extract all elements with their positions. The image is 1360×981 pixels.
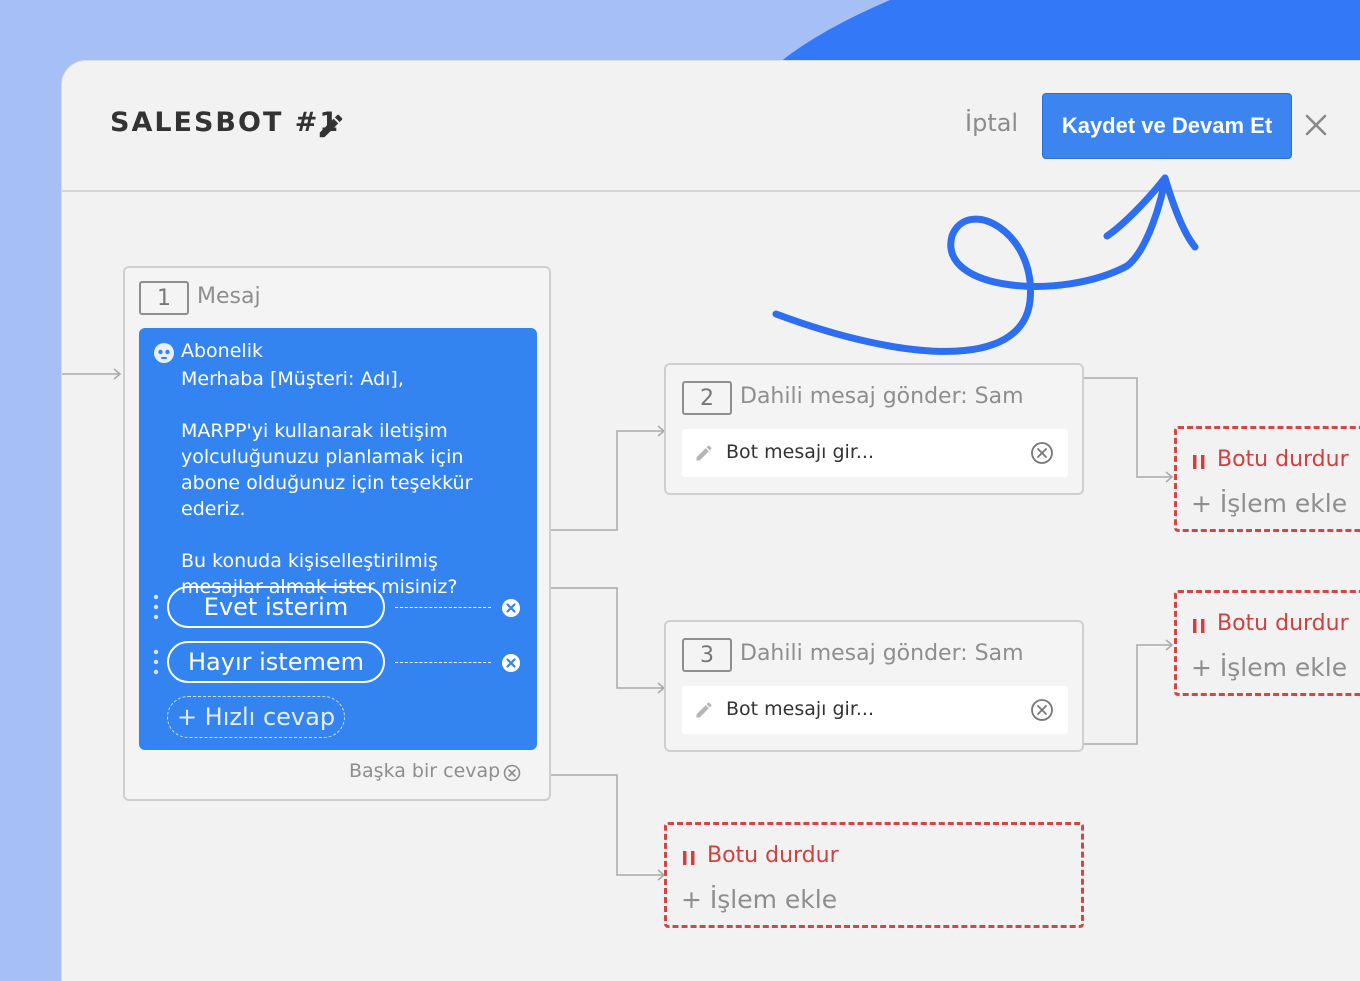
pencil-icon [696,445,712,461]
clear-icon[interactable] [1030,441,1054,465]
pause-icon [1193,455,1205,469]
drag-handle-icon[interactable] [153,649,159,675]
quick-reply-row: Hayır istemem [153,641,525,685]
bot-message-placeholder: Bot mesajı gir... [726,441,875,463]
stop-bot-label: Botu durdur [1217,611,1349,636]
robot-icon [154,343,174,363]
step-number: 3 [682,638,732,672]
clear-icon[interactable] [1030,698,1054,722]
add-action-button[interactable]: + İşlem ekle [681,885,837,914]
salesbot-editor-window: SALESBOT #1 İptal Kaydet ve Devam Et 1 M… [62,61,1360,981]
add-quick-reply-button[interactable]: + Hızlı cevap [167,696,345,738]
bot-message-placeholder: Bot mesajı gir... [726,698,875,720]
message-text: Merhaba [Müşteri: Adı], MARPP'yi kullana… [181,368,473,598]
message-node-1[interactable]: 1 Mesaj Abonelik Merhaba [Müşteri: Adı],… [123,266,551,801]
remove-reply-icon[interactable] [501,598,521,618]
quick-reply-no[interactable]: Hayır istemem [167,641,385,683]
add-action-button[interactable]: + İşlem ekle [1191,653,1347,682]
step-number: 2 [682,381,732,415]
card-title: Abonelik [181,340,263,362]
pause-icon [683,851,695,865]
node-title: Dahili mesaj gönder: Sam [740,641,1024,666]
stop-bot-label: Botu durdur [707,843,839,868]
pencil-icon [696,702,712,718]
pause-icon [1193,619,1205,633]
stop-bot-node[interactable]: Botu durdur + İşlem ekle [1174,590,1360,696]
other-answer-label: Başka bir cevap [349,760,501,782]
remove-reply-icon[interactable] [501,653,521,673]
internal-message-node-2[interactable]: 2 Dahili mesaj gönder: Sam Bot mesajı gi… [664,363,1084,495]
annotation-arrow [772,174,1199,355]
stop-bot-label: Botu durdur [1217,447,1349,472]
quick-reply-yes[interactable]: Evet isterim [167,586,385,628]
stop-bot-node[interactable]: Botu durdur + İşlem ekle [664,822,1084,928]
quick-reply-row: Evet isterim [153,586,525,630]
add-action-button[interactable]: + İşlem ekle [1191,489,1347,518]
node-title: Dahili mesaj gönder: Sam [740,384,1024,409]
bot-message-input[interactable]: Bot mesajı gir... [682,686,1068,734]
bot-message-input[interactable]: Bot mesajı gir... [682,429,1068,477]
remove-other-answer-icon[interactable] [503,764,521,782]
internal-message-node-3[interactable]: 3 Dahili mesaj gönder: Sam Bot mesajı gi… [664,620,1084,752]
quick-reply-connector [395,662,491,663]
node-title: Mesaj [197,284,261,309]
message-card[interactable]: Abonelik Merhaba [Müşteri: Adı], MARPP'y… [139,328,537,750]
quick-reply-connector [395,607,491,608]
step-number: 1 [139,281,189,315]
drag-handle-icon[interactable] [153,594,159,620]
stop-bot-node[interactable]: Botu durdur + İşlem ekle [1174,426,1360,532]
